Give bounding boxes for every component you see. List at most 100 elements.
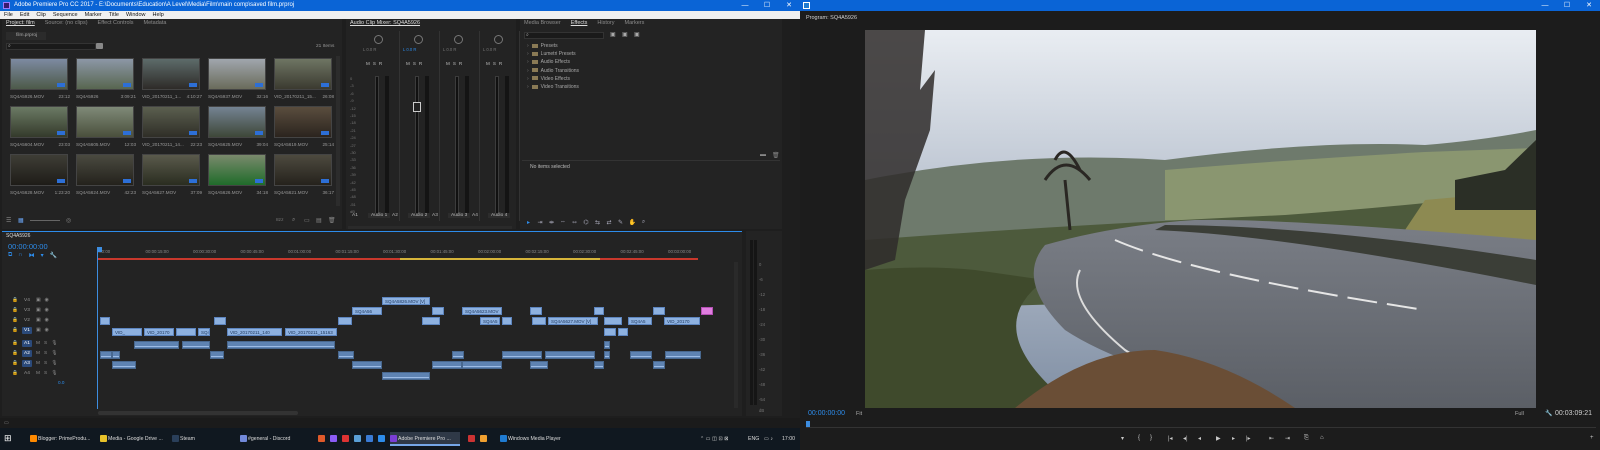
mp-minimize-button[interactable]: — — [1534, 0, 1556, 11]
eye-icon[interactable]: ◉ — [45, 328, 49, 333]
razor-tool-icon[interactable]: ⌬ — [583, 219, 590, 226]
yuv-effects-icon[interactable]: ▣ — [634, 31, 640, 38]
video-clip[interactable]: SQ4A5627.MOV [V] — [548, 317, 598, 325]
audio-clip[interactable] — [210, 351, 224, 359]
solo-track-button[interactable]: S — [44, 361, 47, 366]
video-clip[interactable] — [594, 307, 604, 315]
audio-clip[interactable] — [545, 351, 595, 359]
track-select-tool-icon[interactable]: ⇥ — [537, 219, 544, 226]
nest-icon[interactable]: ⧉ — [8, 252, 12, 259]
pan-knob-icon[interactable] — [374, 35, 383, 44]
pinned-app-icon[interactable] — [366, 435, 373, 442]
microphone-icon[interactable]: 🎙 — [51, 361, 57, 366]
video-clip[interactable]: VID_20170 — [144, 328, 174, 336]
clip-thumbnail[interactable] — [10, 58, 68, 90]
clip-thumbnail[interactable] — [142, 58, 200, 90]
tab-metadata[interactable]: Metadata — [144, 19, 167, 28]
delete-effect-icon[interactable]: 🗑 — [772, 152, 780, 159]
tray-icons[interactable]: ⌃ ▭ ◫ ⊡ ⊠ — [700, 432, 729, 446]
clip-thumbnail[interactable] — [76, 154, 134, 186]
audio-clip[interactable] — [182, 341, 210, 349]
pinned-app-icon[interactable] — [318, 435, 325, 442]
volume-fader[interactable] — [413, 76, 421, 216]
track-target[interactable]: V4 — [22, 297, 32, 304]
solo-button[interactable]: S — [413, 61, 416, 66]
new-bin-icon[interactable] — [96, 43, 103, 49]
new-bin-button-icon[interactable]: ▭ — [304, 217, 310, 224]
settings-wrench-icon[interactable]: 🔧 — [50, 252, 57, 259]
taskbar-item[interactable]: #general - Discord — [240, 432, 306, 446]
video-clip[interactable]: SQ4A5 — [628, 317, 652, 325]
audio-clip[interactable] — [653, 361, 665, 369]
minimize-button[interactable]: — — [734, 0, 756, 11]
menu-title[interactable]: Title — [109, 11, 119, 19]
expand-arrow-icon[interactable]: › — [527, 68, 529, 74]
adjustment-clip[interactable] — [701, 307, 713, 315]
clip-thumbnail[interactable] — [76, 106, 134, 138]
track-target[interactable]: A3 — [21, 359, 32, 367]
clock[interactable]: 17:00 — [782, 432, 795, 446]
taskbar-item[interactable]: Media - Google Drive ... — [100, 432, 166, 446]
zoom-slider[interactable] — [30, 220, 60, 221]
menu-edit[interactable]: Edit — [20, 11, 29, 19]
microphone-icon[interactable]: 🎙 — [51, 351, 57, 356]
track-target[interactable]: A1 — [21, 339, 32, 347]
record-button[interactable]: R — [499, 61, 502, 66]
effects-folder[interactable]: › Audio Transitions — [527, 68, 579, 74]
video-clip[interactable] — [502, 317, 512, 325]
audio-clip[interactable] — [594, 361, 604, 369]
go-to-out-icon[interactable]: |▸ — [1246, 435, 1251, 442]
program-timecode[interactable]: 00:00:00:00 — [808, 410, 845, 417]
taskbar-item[interactable]: Adobe Premiere Pro ... — [390, 432, 460, 446]
program-scrub-bar[interactable] — [806, 422, 1596, 428]
video-clip[interactable] — [338, 317, 352, 325]
video-clip[interactable] — [604, 328, 616, 336]
master-volume-value[interactable]: 0.0 — [58, 380, 64, 385]
menu-sequence[interactable]: Sequence — [53, 11, 78, 19]
solo-track-button[interactable]: S — [44, 371, 47, 376]
volume-fader[interactable] — [455, 76, 459, 216]
effects-folder[interactable]: › Video Effects — [527, 76, 570, 82]
start-windows-icon[interactable]: ⊞ — [4, 433, 12, 444]
selection-tool-icon[interactable]: ▸ — [525, 219, 532, 226]
video-clip[interactable] — [214, 317, 226, 325]
32bit-effects-icon[interactable]: ▣ — [622, 31, 628, 38]
video-clip[interactable]: SQ4A5826.MOV [V] — [382, 297, 430, 305]
tab-effects[interactable]: Effects — [571, 19, 588, 28]
channel-name[interactable]: Audio 4 — [488, 213, 511, 218]
lock-icon[interactable]: 🔒 — [12, 328, 18, 333]
video-clip[interactable]: VID_20170 — [664, 317, 700, 325]
expand-arrow-icon[interactable]: › — [527, 51, 529, 57]
solo-track-button[interactable]: S — [44, 341, 47, 346]
microphone-icon[interactable]: 🎙 — [51, 341, 57, 346]
mute-track-button[interactable]: M — [36, 341, 40, 346]
icon-view-icon[interactable]: ▦ — [18, 217, 24, 224]
eye-icon[interactable]: ◉ — [45, 308, 49, 313]
trash-icon[interactable]: 🗑 — [328, 217, 336, 224]
clip-thumbnail[interactable] — [10, 106, 68, 138]
volume-fader[interactable] — [375, 76, 379, 216]
rate-stretch-tool-icon[interactable]: ⇿ — [571, 219, 578, 226]
extract-icon[interactable]: ⇥ — [1285, 435, 1290, 442]
mute-button[interactable]: M — [366, 61, 370, 66]
video-clip[interactable]: SQ4A5623.MOV — [462, 307, 502, 315]
mute-button[interactable]: M — [406, 61, 410, 66]
linked-selection-icon[interactable]: ⧓ — [29, 252, 35, 259]
go-to-in-icon[interactable]: |◂ — [1168, 435, 1173, 442]
channel-name[interactable]: Audio 3 — [448, 213, 471, 218]
language-indicator[interactable]: ENG — [748, 432, 759, 446]
fit-dropdown[interactable]: Fit — [856, 411, 862, 417]
menu-marker[interactable]: Marker — [85, 11, 102, 19]
clip-thumbnail[interactable] — [142, 106, 200, 138]
tab-source[interactable]: Source: (no clips) — [45, 19, 88, 28]
video-clip[interactable]: VID_ — [112, 328, 142, 336]
expand-arrow-icon[interactable]: › — [527, 76, 529, 82]
tab-project[interactable]: Project: film — [6, 19, 35, 28]
video-clip[interactable] — [422, 317, 440, 325]
audio-clip[interactable] — [134, 341, 179, 349]
record-button[interactable]: R — [459, 61, 462, 66]
track-target[interactable]: V1 — [21, 326, 32, 334]
snap-icon[interactable]: ∩ — [18, 252, 22, 259]
zoom-tool-icon[interactable]: ⌕ — [640, 219, 647, 226]
timeline-vscroll[interactable] — [734, 262, 738, 408]
